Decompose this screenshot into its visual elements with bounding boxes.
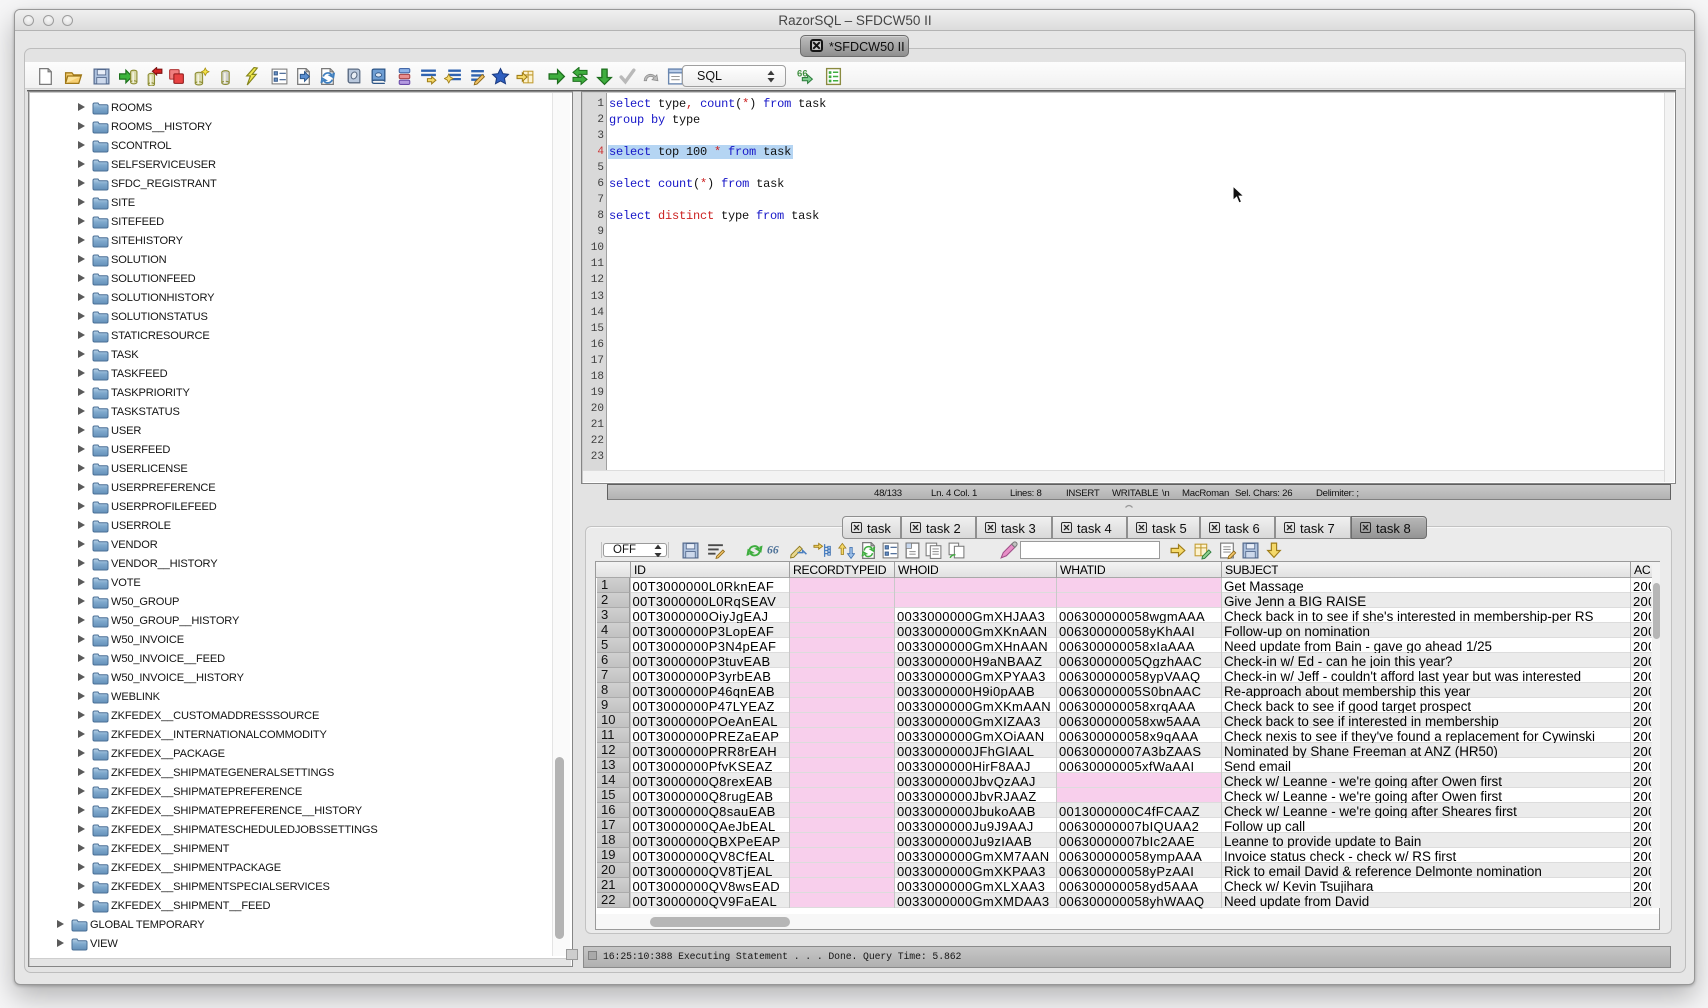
svg-text:66: 66 [767,544,779,557]
